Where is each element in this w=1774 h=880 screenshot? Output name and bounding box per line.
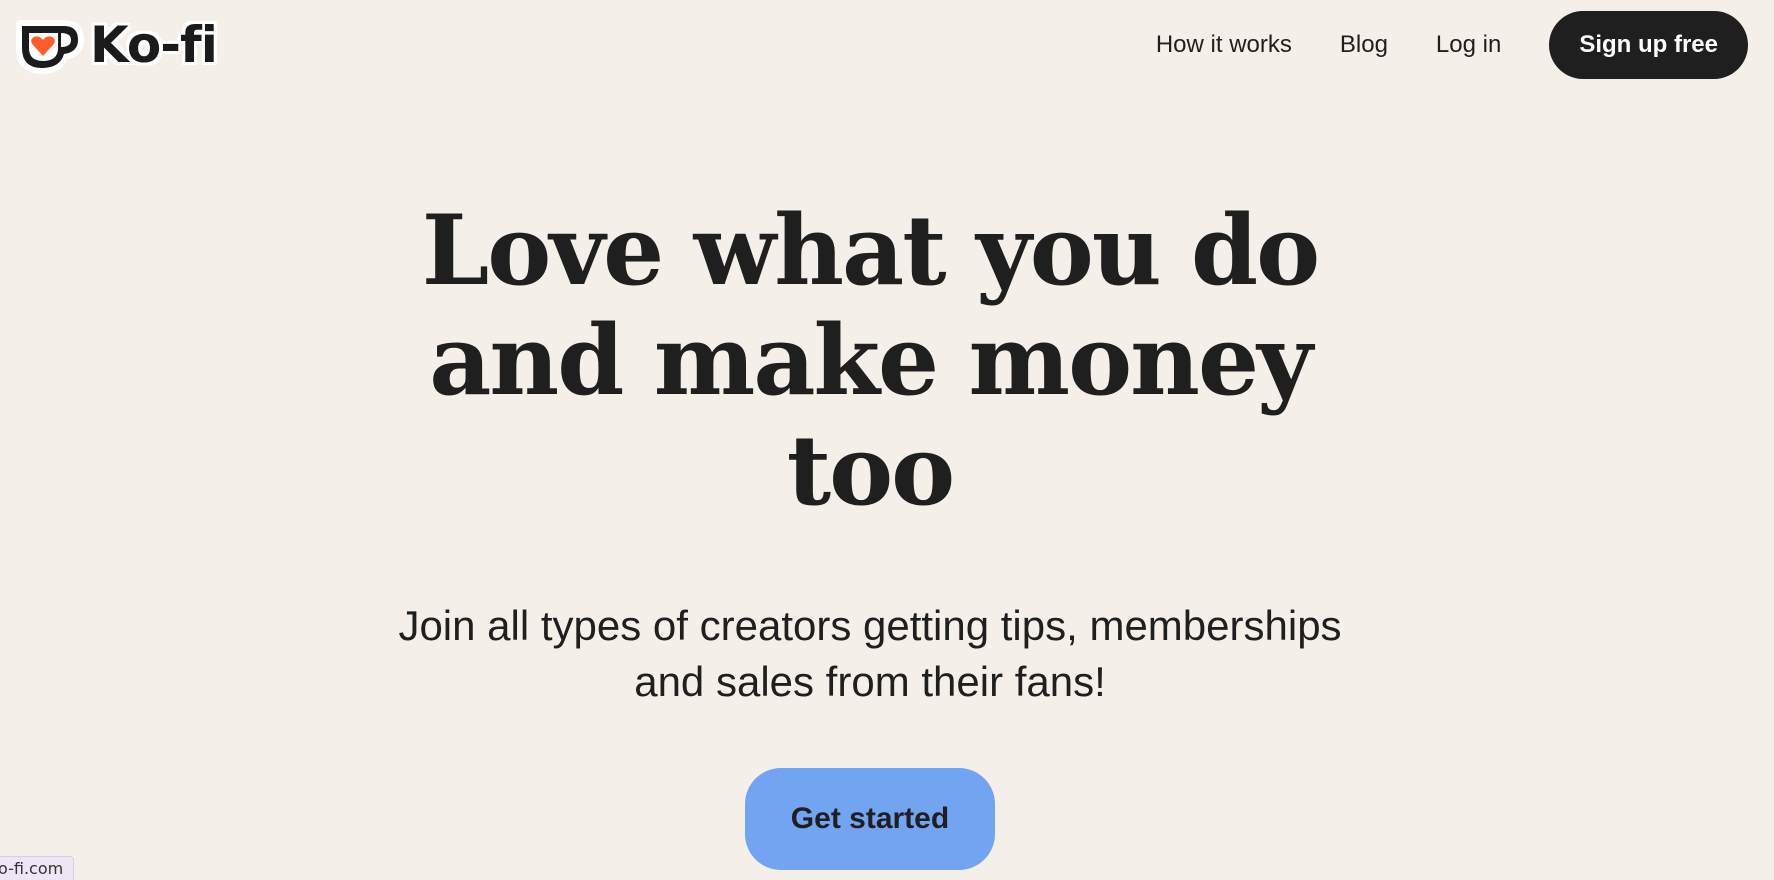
site-header: Ko-fi How it works Blog Log in Sign up f… [0,0,1774,90]
page: Ko-fi How it works Blog Log in Sign up f… [0,0,1774,880]
status-bar-url: o-fi.com [0,856,75,880]
sign-up-free-button[interactable]: Sign up free [1549,11,1748,79]
nav-log-in-link[interactable]: Log in [1436,31,1501,59]
get-started-button[interactable]: Get started [745,768,995,870]
hero-title-line-2: and make money [429,304,1313,417]
hero-title: Love what you do and make money too [0,196,1740,526]
hero-title-line-3: too [786,414,955,527]
hero-title-line-1: Love what you do [421,194,1320,307]
nav-blog-link[interactable]: Blog [1340,31,1388,59]
hero-subtitle-line-2: and sales from their fans! [634,658,1106,705]
nav-how-it-works-link[interactable]: How it works [1156,31,1292,59]
coffee-cup-heart-icon [16,20,84,74]
logo-wordmark: Ko-fi [90,16,218,74]
main-nav: How it works Blog Log in Sign up free [1156,11,1748,79]
kofi-logo-link[interactable]: Ko-fi [14,13,218,77]
hero-subtitle: Join all types of creators getting tips,… [0,598,1740,710]
hero-subtitle-line-1: Join all types of creators getting tips,… [398,602,1342,649]
